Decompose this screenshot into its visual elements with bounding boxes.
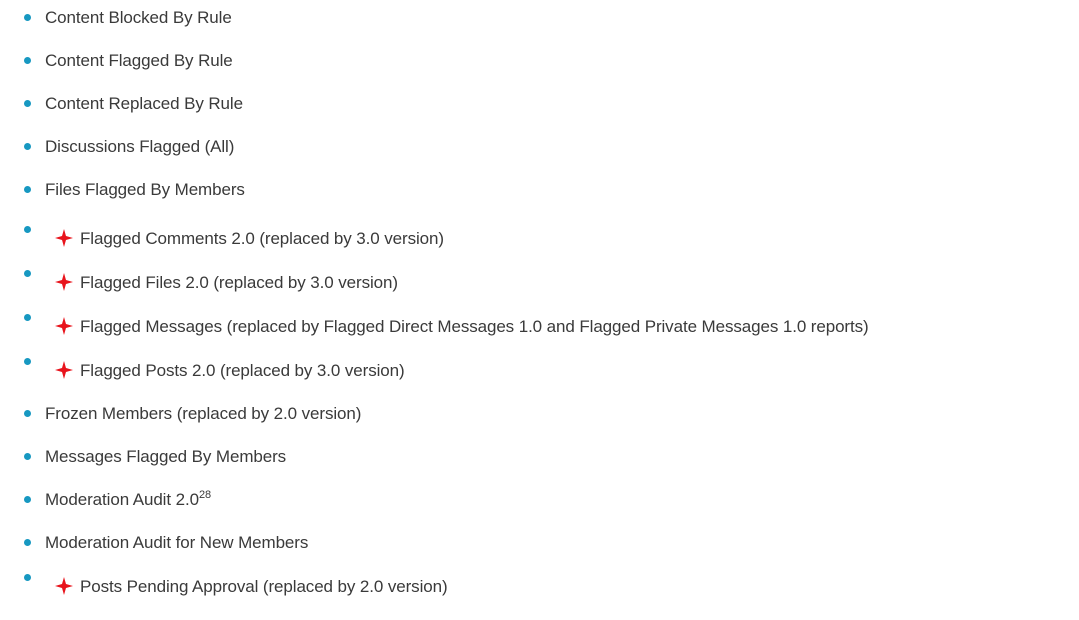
red-star-icon <box>55 361 73 379</box>
item-label: Flagged Posts 2.0 (replaced by 3.0 versi… <box>80 361 405 380</box>
item-label: Frozen Members (replaced by 2.0 version) <box>45 404 362 423</box>
bullet-icon <box>24 270 31 277</box>
bullet-icon <box>24 574 31 581</box>
bullet-icon <box>24 539 31 546</box>
bullet-icon <box>24 410 31 417</box>
red-star-icon <box>55 229 73 247</box>
item-label: Discussions Flagged (All) <box>45 137 235 156</box>
bullet-icon <box>24 358 31 365</box>
red-star-icon <box>55 273 73 291</box>
item-label: Content Replaced By Rule <box>45 94 243 113</box>
item-label: Moderation Audit 2.0 <box>45 490 199 509</box>
bullet-icon <box>24 496 31 503</box>
item-label: Flagged Files 2.0 (replaced by 3.0 versi… <box>80 273 398 292</box>
bullet-icon <box>24 453 31 460</box>
bullet-icon <box>24 314 31 321</box>
list-item: Posts Pending Approval (replaced by 2.0 … <box>0 0 1079 596</box>
bullet-icon <box>24 186 31 193</box>
item-label: Moderation Audit for New Members <box>45 533 309 552</box>
item-label-row: Flagged Posts 2.0 (replaced by 3.0 versi… <box>55 361 405 381</box>
item-label-row: Flagged Comments 2.0 (replaced by 3.0 ve… <box>55 229 444 249</box>
bullet-icon <box>24 100 31 107</box>
item-label-row: Flagged Messages (replaced by Flagged Di… <box>55 317 869 337</box>
item-label: Flagged Comments 2.0 (replaced by 3.0 ve… <box>80 229 444 248</box>
item-label: Messages Flagged By Members <box>45 447 287 466</box>
item-label: Flagged Messages (replaced by Flagged Di… <box>80 317 869 336</box>
item-label: Posts Pending Approval (replaced by 2.0 … <box>80 577 448 596</box>
red-star-icon <box>55 577 73 595</box>
item-label-row: Flagged Files 2.0 (replaced by 3.0 versi… <box>55 273 398 293</box>
bullet-icon <box>24 226 31 233</box>
item-label-row: Posts Pending Approval (replaced by 2.0 … <box>55 577 448 597</box>
red-star-icon <box>55 317 73 335</box>
bullet-icon <box>24 143 31 150</box>
bullet-icon <box>24 57 31 64</box>
item-label: Content Flagged By Rule <box>45 51 233 70</box>
item-label: Files Flagged By Members <box>45 180 245 199</box>
item-label-row: Moderation Audit 2.028 <box>45 490 211 510</box>
footnote-marker: 28 <box>198 489 211 501</box>
